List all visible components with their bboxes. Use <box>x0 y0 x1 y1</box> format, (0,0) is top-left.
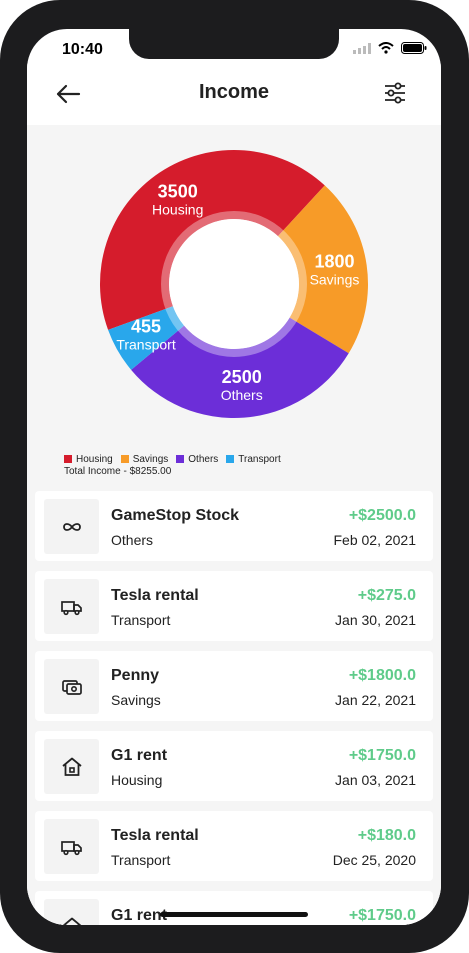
transaction-date: Jan 03, 2021 <box>335 772 416 788</box>
legend-item: Others <box>176 454 218 465</box>
truck-icon <box>60 840 82 855</box>
transaction-icon-box <box>44 579 99 634</box>
slice-category-label: Savings <box>310 272 360 288</box>
slice-category-label: Housing <box>152 202 203 218</box>
infinity-icon <box>62 522 81 531</box>
transaction-title: GameStop Stock <box>111 507 240 524</box>
app-header: Income <box>27 63 441 125</box>
legend-row: Housing Savings Others Transport <box>64 453 281 465</box>
transaction-title: Tesla rental <box>111 587 199 604</box>
legend-swatch <box>176 455 185 463</box>
chart-legend: Housing Savings Others Transport Total Inco… <box>64 453 281 477</box>
legend-label: Savings <box>132 453 169 465</box>
transaction-amount: +$180.0 <box>357 827 416 844</box>
home-indicator <box>160 912 308 917</box>
slice-value-label: 3500 <box>158 182 198 202</box>
income-chart: 3500 Housing 1800 Savings 2500 Others 455 Trans… <box>27 125 441 485</box>
home-icon <box>61 917 82 925</box>
transaction-amount: +$275.0 <box>357 587 416 604</box>
slice-category-label: Transport <box>116 337 176 353</box>
slice-category-label: Others <box>221 387 263 403</box>
slice-value-label: 455 <box>131 317 161 337</box>
total-income: Total Income - $8255.00 <box>64 466 172 477</box>
legend-label: Transport <box>238 453 281 465</box>
transaction-icon-box <box>44 899 99 925</box>
legend-swatch <box>226 455 235 463</box>
transaction-amount: +$2500.0 <box>348 507 416 524</box>
legend-swatch <box>120 455 129 463</box>
filter-sliders-icon[interactable] <box>383 81 407 105</box>
slice-value-label: 1800 <box>314 252 354 272</box>
phone-frame: 10:40 Income 3500 Housing 1800 Savings 2… <box>0 0 469 953</box>
page-title: Income <box>198 81 270 103</box>
money-icon <box>61 679 82 695</box>
notch <box>129 29 339 59</box>
transaction-card[interactable]: Tesla rental Transport +$180.0 Dec 25, 2020 <box>35 811 433 881</box>
transaction-amount: +$1800.0 <box>348 667 416 684</box>
donut-hole <box>169 219 299 349</box>
transaction-card[interactable]: GameStop Stock Others +$2500.0 Feb 02, 2021 <box>35 491 433 561</box>
transaction-date: Jan 22, 2021 <box>335 692 416 708</box>
slice-value-label: 2500 <box>222 367 262 387</box>
legend-swatch <box>64 455 72 463</box>
home-icon <box>61 757 82 776</box>
transaction-card[interactable]: Tesla rental Transport +$275.0 Jan 30, 2021 <box>35 571 433 641</box>
transaction-amount: +$1750.0 <box>348 747 416 764</box>
transaction-amount: +$1750.0 <box>348 907 416 924</box>
transaction-category: Transport <box>111 612 171 628</box>
transaction-icon-box <box>44 819 99 874</box>
transaction-date: Dec 25, 2020 <box>332 852 416 868</box>
transaction-icon-box <box>44 659 99 714</box>
legend-item: Savings <box>120 453 169 465</box>
transaction-category: Transport <box>111 852 171 868</box>
transaction-icon-box <box>44 499 99 554</box>
donut-chart: 3500Housing 1800Savings 2500Others 455Trans… <box>99 149 368 418</box>
legend-label: Others <box>188 453 219 465</box>
transaction-card[interactable]: Penny Savings +$1800.0 Jan 22, 2021 <box>35 651 433 721</box>
transaction-card[interactable]: G1 rent Housing +$1750.0 Jan 03, 2021 <box>35 731 433 801</box>
transaction-title: G1 rent <box>111 907 168 924</box>
status-icons <box>353 42 427 54</box>
legend-label: Housing <box>76 453 113 465</box>
transaction-category: Savings <box>111 692 161 708</box>
truck-icon <box>60 600 82 615</box>
transaction-icon-box <box>44 739 99 794</box>
content-area: 3500 Housing 1800 Savings 2500 Others 455 Trans… <box>27 125 441 925</box>
transaction-date: Jan 30, 2021 <box>335 612 416 628</box>
transaction-card[interactable]: G1 rentHousing+$1750.0 <box>35 891 433 925</box>
transaction-list: GameStop Stock Others +$2500.0 Feb 02, 2021… <box>35 491 433 925</box>
signal-icon <box>353 42 371 54</box>
transaction-category: Others <box>111 532 154 548</box>
legend-item: Housing <box>64 454 113 465</box>
transaction-title: Tesla rental <box>111 827 199 844</box>
status-time: 10:40 <box>62 41 103 58</box>
battery-icon <box>401 42 427 54</box>
transaction-date: Feb 02, 2021 <box>333 532 416 548</box>
wifi-icon <box>378 42 394 54</box>
app-screen: 10:40 Income 3500 Housing 1800 Savings 2… <box>27 29 441 925</box>
transaction-title: Penny <box>111 667 160 684</box>
legend-item: Transport <box>226 453 281 465</box>
transaction-category: Housing <box>111 772 163 788</box>
transaction-title: G1 rent <box>111 747 168 764</box>
